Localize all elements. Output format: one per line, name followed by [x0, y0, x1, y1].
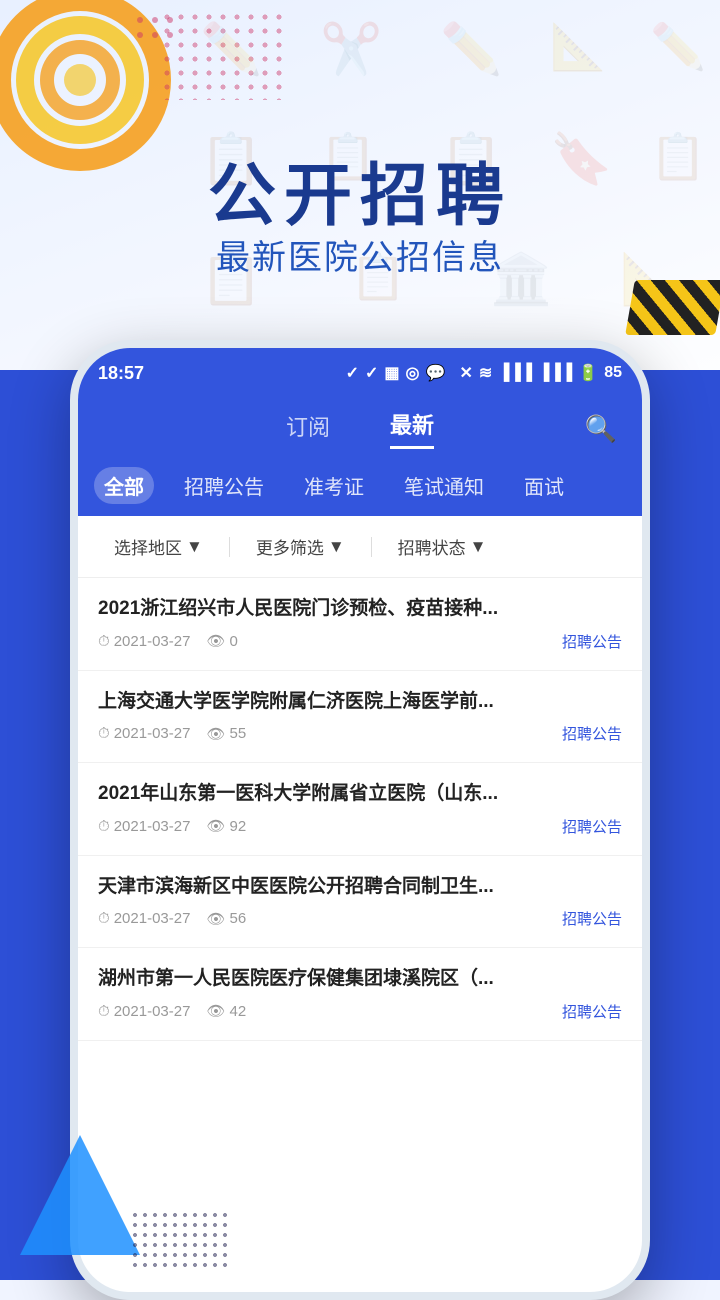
article-tag: 招聘公告	[562, 1001, 622, 1022]
clock-icon: ⏱	[98, 1003, 110, 1020]
filter-status-label: 招聘状态	[398, 534, 466, 559]
clock-icon: ⏱	[98, 818, 110, 835]
filter-status[interactable]: 招聘状态 ▼	[382, 530, 503, 563]
meta-left: ⏱ 2021-03-27 👁 42	[98, 1002, 246, 1020]
battery-level: 85	[604, 364, 622, 382]
views-text: 92	[229, 818, 246, 835]
bottom-dot-pattern	[130, 1210, 230, 1270]
check-icon: ✓	[346, 363, 359, 383]
sub-title: 最新医院公招信息	[0, 230, 720, 279]
eye-icon: 👁	[206, 632, 225, 650]
nav-tabs: 订阅 最新 🔍	[78, 398, 642, 459]
status-bar: 18:57 ✓ ✓ ▦ ◎ 💬 ✕ ≋ ▐▐▐ ▐▐▐ 🔋 85	[78, 348, 642, 398]
meta-left: ⏱ 2021-03-27 👁 0	[98, 632, 238, 650]
signal2-icon: ▐▐▐	[538, 364, 572, 382]
meta-views: 👁 56	[206, 910, 246, 928]
views-text: 0	[229, 633, 237, 650]
main-title: 公开招聘	[0, 140, 720, 239]
eye-icon: 👁	[206, 910, 225, 928]
list-item[interactable]: 2021浙江绍兴市人民医院门诊预检、疫苗接种... ⏱ 2021-03-27 👁…	[78, 578, 642, 671]
filter-more-label: 更多筛选	[256, 534, 324, 559]
time-display: 18:57	[98, 363, 144, 384]
phone-mockup: 18:57 ✓ ✓ ▦ ◎ 💬 ✕ ≋ ▐▐▐ ▐▐▐ 🔋 85 订阅 最新 🔍	[70, 340, 650, 1300]
meta-time: ⏱ 2021-03-27	[98, 910, 190, 927]
status-icons: ✓ ✓ ▦ ◎ 💬 ✕ ≋ ▐▐▐ ▐▐▐ 🔋 85	[346, 363, 622, 383]
tab-latest[interactable]: 最新	[390, 408, 434, 449]
article-title: 2021浙江绍兴市人民医院门诊预检、疫苗接种...	[98, 596, 622, 623]
chat-icon: 💬	[426, 363, 446, 383]
tab-subscribe[interactable]: 订阅	[286, 410, 330, 448]
signal-off-icon: ✕	[459, 363, 472, 383]
date-text: 2021-03-27	[114, 818, 191, 835]
list-item[interactable]: 湖州市第一人民医院医疗保健集团埭溪院区（... ⏱ 2021-03-27 👁 4…	[78, 948, 642, 1041]
circle-icon: ◎	[406, 363, 420, 383]
meta-time: ⏱ 2021-03-27	[98, 818, 190, 835]
filter-divider-1	[229, 537, 230, 557]
battery-icon: 🔋	[578, 363, 598, 383]
filter-region[interactable]: 选择地区 ▼	[98, 530, 219, 563]
clock-icon: ⏱	[98, 910, 110, 927]
meta-left: ⏱ 2021-03-27 👁 55	[98, 725, 246, 743]
eye-icon: 👁	[206, 817, 225, 835]
signal-icon: ▐▐▐	[498, 364, 532, 382]
meta-time: ⏱ 2021-03-27	[98, 633, 190, 650]
meta-left: ⏱ 2021-03-27 👁 92	[98, 817, 246, 835]
article-meta: ⏱ 2021-03-27 👁 55 招聘公告	[98, 723, 622, 744]
filter-status-icon: ▼	[470, 537, 487, 557]
grid-icon: ▦	[384, 363, 399, 383]
filter-more[interactable]: 更多筛选 ▼	[240, 530, 361, 563]
views-text: 56	[229, 910, 246, 927]
article-title: 湖州市第一人民医院医疗保健集团埭溪院区（...	[98, 966, 622, 993]
article-tag: 招聘公告	[562, 723, 622, 744]
search-icon[interactable]: 🔍	[585, 413, 617, 444]
views-text: 42	[229, 1003, 246, 1020]
meta-time: ⏱ 2021-03-27	[98, 1003, 190, 1020]
list-item[interactable]: 2021年山东第一医科大学附属省立医院（山东... ⏱ 2021-03-27 👁…	[78, 763, 642, 856]
meta-time: ⏱ 2021-03-27	[98, 725, 190, 742]
stripe-decoration	[625, 280, 720, 335]
meta-left: ⏱ 2021-03-27 👁 56	[98, 910, 246, 928]
article-title: 2021年山东第一医科大学附属省立医院（山东...	[98, 781, 622, 808]
date-text: 2021-03-27	[114, 910, 191, 927]
date-text: 2021-03-27	[114, 633, 191, 650]
filter-divider-2	[371, 537, 372, 557]
list-item[interactable]: 上海交通大学医学院附属仁济医院上海医学前... ⏱ 2021-03-27 👁 5…	[78, 671, 642, 764]
article-meta: ⏱ 2021-03-27 👁 0 招聘公告	[98, 631, 622, 652]
article-title: 上海交通大学医学院附属仁济医院上海医学前...	[98, 689, 622, 716]
meta-views: 👁 55	[206, 725, 246, 743]
filter-bar: 选择地区 ▼ 更多筛选 ▼ 招聘状态 ▼	[78, 516, 642, 578]
eye-icon: 👁	[206, 1002, 225, 1020]
filter-region-icon: ▼	[186, 537, 203, 557]
article-meta: ⏱ 2021-03-27 👁 42 招聘公告	[98, 1001, 622, 1022]
category-tabs: 全部 招聘公告 准考证 笔试通知 面试	[78, 459, 642, 516]
article-title: 天津市滨海新区中医医院公开招聘合同制卫生...	[98, 874, 622, 901]
article-meta: ⏱ 2021-03-27 👁 56 招聘公告	[98, 908, 622, 929]
wifi-icon: ≋	[479, 363, 492, 383]
phone-shell: 18:57 ✓ ✓ ▦ ◎ 💬 ✕ ≋ ▐▐▐ ▐▐▐ 🔋 85 订阅 最新 🔍	[70, 340, 650, 1300]
meta-views: 👁 92	[206, 817, 246, 835]
check2-icon: ✓	[365, 363, 378, 383]
clock-icon: ⏱	[98, 633, 110, 650]
list-item[interactable]: 天津市滨海新区中医医院公开招聘合同制卫生... ⏱ 2021-03-27 👁 5…	[78, 856, 642, 949]
article-list: 2021浙江绍兴市人民医院门诊预检、疫苗接种... ⏱ 2021-03-27 👁…	[78, 578, 642, 1041]
date-text: 2021-03-27	[114, 725, 191, 742]
meta-views: 👁 42	[206, 1002, 246, 1020]
clock-icon: ⏱	[98, 725, 110, 742]
meta-views: 👁 0	[206, 632, 237, 650]
views-text: 55	[229, 725, 246, 742]
filter-more-icon: ▼	[328, 537, 345, 557]
article-tag: 招聘公告	[562, 631, 622, 652]
article-tag: 招聘公告	[562, 908, 622, 929]
cat-tab-notice[interactable]: 招聘公告	[174, 467, 274, 504]
date-text: 2021-03-27	[114, 1003, 191, 1020]
article-meta: ⏱ 2021-03-27 👁 92 招聘公告	[98, 816, 622, 837]
cat-tab-all[interactable]: 全部	[94, 467, 154, 504]
cat-tab-written[interactable]: 笔试通知	[394, 467, 494, 504]
triangle-decoration	[20, 1135, 140, 1260]
eye-icon: 👁	[206, 725, 225, 743]
cat-tab-interview[interactable]: 面试	[514, 467, 574, 504]
cat-tab-admission[interactable]: 准考证	[294, 467, 374, 504]
article-tag: 招聘公告	[562, 816, 622, 837]
filter-region-label: 选择地区	[114, 534, 182, 559]
